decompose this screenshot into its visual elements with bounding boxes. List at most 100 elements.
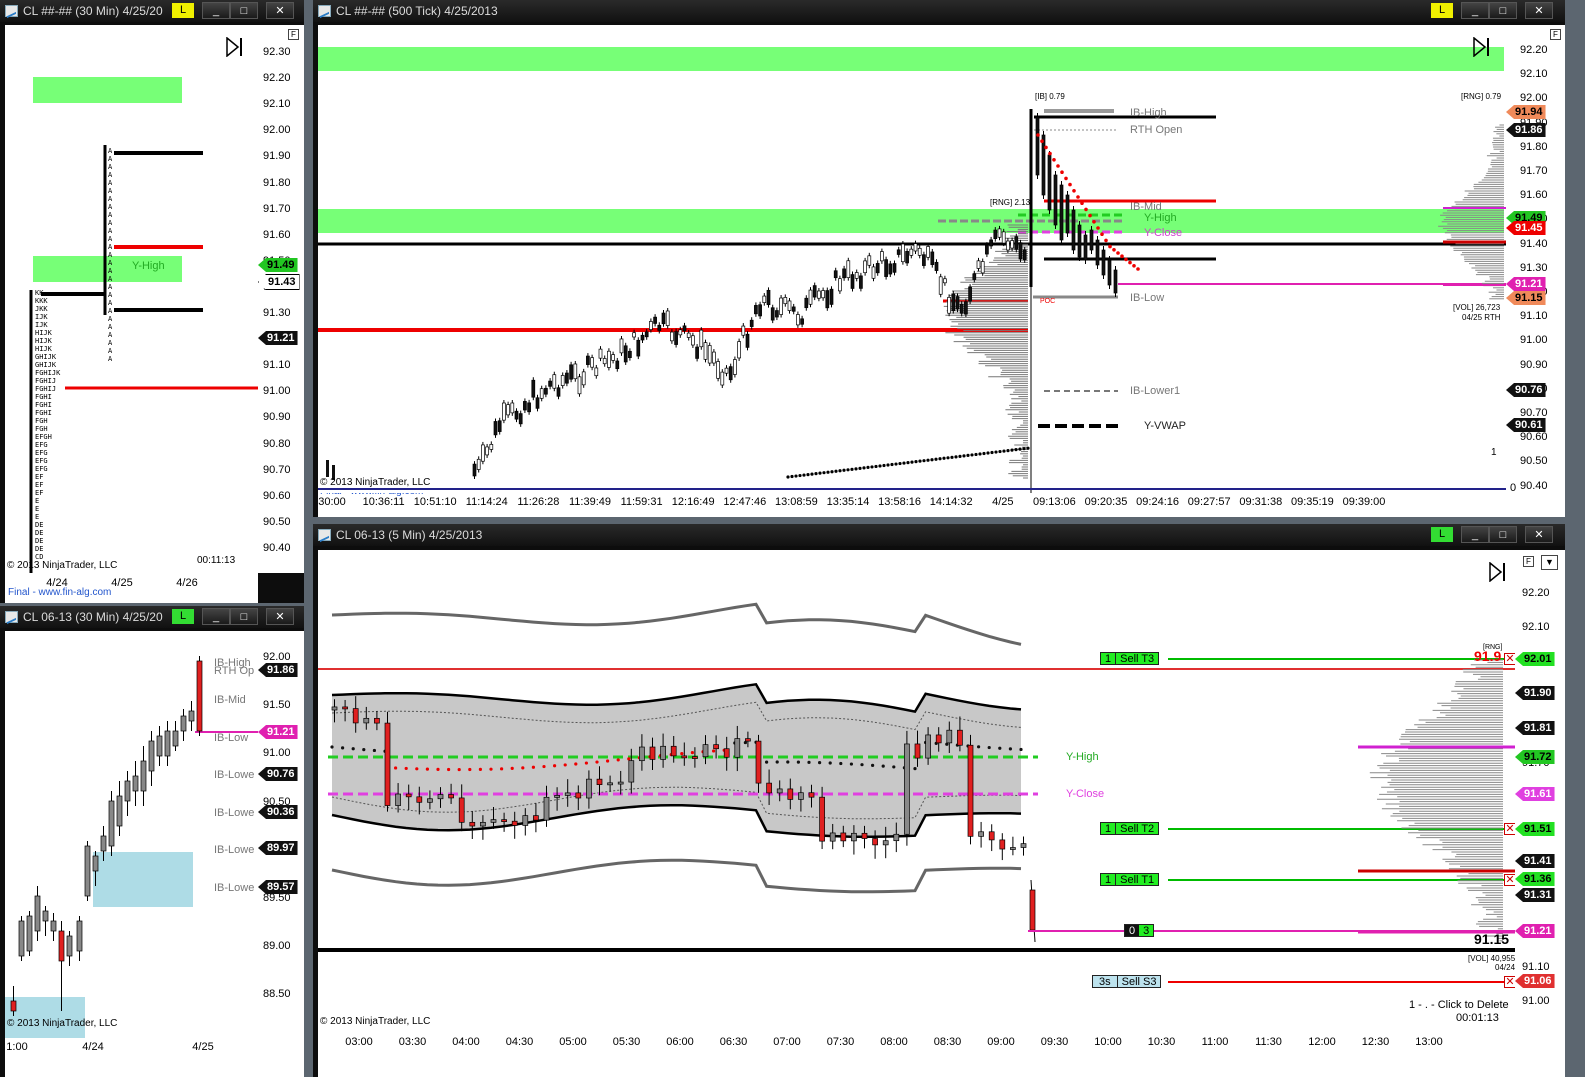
candle-body xyxy=(527,402,531,413)
moving-average-dot xyxy=(521,766,525,770)
axis-dropdown-icon[interactable]: ▼ xyxy=(1541,555,1558,570)
svg-text:FGHI: FGHI xyxy=(35,401,52,409)
candle-body xyxy=(670,331,674,342)
candle-body xyxy=(140,760,147,792)
position-indicator[interactable]: 03 xyxy=(1124,924,1155,937)
vwap-dot xyxy=(902,461,906,465)
y-close-label: Y-Close xyxy=(1144,227,1183,239)
candle-body xyxy=(485,446,489,456)
trend-dot xyxy=(1072,189,1076,193)
window-titlebar[interactable]: CL 06-13 (30 Min) 4/25/20 L _ □ ✕ xyxy=(0,606,304,628)
svg-text:A: A xyxy=(108,243,113,251)
minimize-button[interactable]: _ xyxy=(1461,526,1489,543)
svg-text:IJK: IJK xyxy=(35,321,48,329)
maximize-button[interactable]: □ xyxy=(1489,526,1517,543)
chart-plot-area[interactable]: AAAAAAAAAAAAAAAAAAAAAAAAAAA KK KKK JKK IJK I… xyxy=(5,25,258,573)
skip-to-end-icon[interactable] xyxy=(1489,562,1509,582)
minimize-button[interactable]: _ xyxy=(1461,2,1489,19)
live-badge-button[interactable]: L xyxy=(1431,527,1453,542)
chart-plot-area[interactable]: [IB] 0.79 IB-High RTH Open [RNG] 2.13 IB… xyxy=(318,25,1506,493)
candle-body xyxy=(842,268,846,279)
sell-s3-order[interactable]: 3s Sell S3 xyxy=(1092,975,1162,988)
maximize-button[interactable]: □ xyxy=(1489,2,1517,19)
moving-average-dot xyxy=(818,761,822,765)
time-tick: 10:00 xyxy=(1094,1036,1122,1048)
vwap-dot xyxy=(1018,447,1022,451)
minimize-button[interactable]: _ xyxy=(202,608,230,625)
moving-average-dot xyxy=(998,746,1002,750)
trend-dot xyxy=(1060,170,1064,174)
price-tag-91-31: 91.31 xyxy=(1515,888,1555,902)
chart-plot-area[interactable]: Y-High Y-Close 1 Sell T3 1 Sell T2 1 Sell T… xyxy=(318,550,1515,1033)
y-high-label: Y-High xyxy=(132,260,165,272)
candle-body xyxy=(964,301,968,315)
price-axis[interactable]: F 92.30 92.20 92.10 92.00 91.90 91.80 91.70 91.… xyxy=(258,25,304,573)
candle-body xyxy=(628,350,632,359)
price-tick: 91.10 xyxy=(263,359,291,372)
vwap-dot xyxy=(878,464,882,468)
candle-body xyxy=(1010,240,1014,249)
candle-body xyxy=(1014,236,1019,250)
axis-format-button[interactable]: F xyxy=(1523,556,1534,567)
cancel-order-s3-icon[interactable]: ✕ xyxy=(1504,976,1515,988)
moving-average-dot xyxy=(690,751,694,755)
trend-dot xyxy=(1064,176,1068,181)
candle-body xyxy=(880,251,884,262)
position-pnl: 0 xyxy=(1125,925,1140,937)
price-axis[interactable]: 92.0091.5091.0090.5090.0089.5089.0088.50… xyxy=(258,631,304,1038)
live-badge-button[interactable]: L xyxy=(172,3,194,18)
trend-dot xyxy=(1088,213,1092,218)
date-tick-4-24: 4/24 xyxy=(82,1041,104,1053)
chart-plot-area[interactable]: IB-High RTH Op IB-Mid IB-Low IB-Lowe IB-Lowe I… xyxy=(5,631,258,1038)
vwap-dot xyxy=(826,470,830,474)
close-button[interactable]: ✕ xyxy=(1525,2,1553,19)
svg-text:DE: DE xyxy=(35,545,43,553)
sell-t2-order[interactable]: 1 Sell T2 xyxy=(1100,822,1160,835)
close-button[interactable]: ✕ xyxy=(266,2,294,19)
window-titlebar[interactable]: CL 06-13 (5 Min) 4/25/2013 L _ □ ✕ xyxy=(313,524,1565,546)
candle-body xyxy=(657,324,662,331)
sell-t1-order[interactable]: 1 Sell T1 xyxy=(1100,873,1160,886)
window-titlebar[interactable]: CL ##-## (500 Tick) 4/25/2013 L _ □ ✕ xyxy=(313,0,1565,22)
candle-body xyxy=(1059,184,1064,241)
candle-body xyxy=(829,288,834,305)
cancel-order-t3-icon[interactable]: ✕ xyxy=(1504,653,1515,665)
close-button[interactable]: ✕ xyxy=(1525,526,1553,543)
volume-date-label: 04/24 xyxy=(1495,963,1515,972)
candle-body xyxy=(363,717,370,724)
live-badge-button[interactable]: L xyxy=(1431,3,1453,18)
close-button[interactable]: ✕ xyxy=(266,608,294,625)
candle-body xyxy=(649,746,656,760)
candle-body xyxy=(172,730,179,747)
chart-app-icon xyxy=(318,5,331,17)
cancel-order-t1-icon[interactable]: ✕ xyxy=(1504,874,1515,886)
candle-body xyxy=(649,321,653,330)
maximize-button[interactable]: □ xyxy=(230,608,258,625)
candle-body xyxy=(766,289,771,306)
candle-body xyxy=(511,820,518,826)
maximize-button[interactable]: □ xyxy=(230,2,258,19)
price-axis[interactable]: F 92.20 92.10 92.00 91.90 91.80 91.70 91.60 91.… xyxy=(1506,25,1565,493)
minimize-button[interactable]: _ xyxy=(202,2,230,19)
price-axis[interactable]: F ▼ 92.2092.1092.0091.9091.8091.7091.609… xyxy=(1515,550,1565,1033)
skip-to-end-icon[interactable] xyxy=(1473,37,1493,57)
live-badge-button[interactable]: L xyxy=(172,609,194,624)
axis-format-button[interactable]: F xyxy=(288,29,299,40)
window-titlebar[interactable]: CL ##-## (30 Min) 4/25/20 L _ □ ✕ xyxy=(0,0,304,22)
candle-body xyxy=(569,364,573,380)
axis-format-button[interactable]: F xyxy=(1550,29,1561,40)
vwap-dot xyxy=(790,474,794,479)
svg-text:A: A xyxy=(108,187,113,195)
candle-body xyxy=(661,312,666,325)
vwap-dot xyxy=(898,461,902,466)
price-tick: 92.10 xyxy=(1522,621,1550,633)
skip-to-end-icon[interactable] xyxy=(226,37,246,57)
cancel-order-t2-icon[interactable]: ✕ xyxy=(1504,823,1515,835)
vwap-dot xyxy=(926,458,930,462)
vwap-dot xyxy=(886,463,890,467)
vwap-dot xyxy=(814,472,818,476)
vwap-dot xyxy=(874,464,878,469)
moving-average-dot xyxy=(447,767,451,772)
time-tick: 06:00 xyxy=(666,1036,694,1048)
sell-t3-order[interactable]: 1 Sell T3 xyxy=(1100,652,1160,665)
